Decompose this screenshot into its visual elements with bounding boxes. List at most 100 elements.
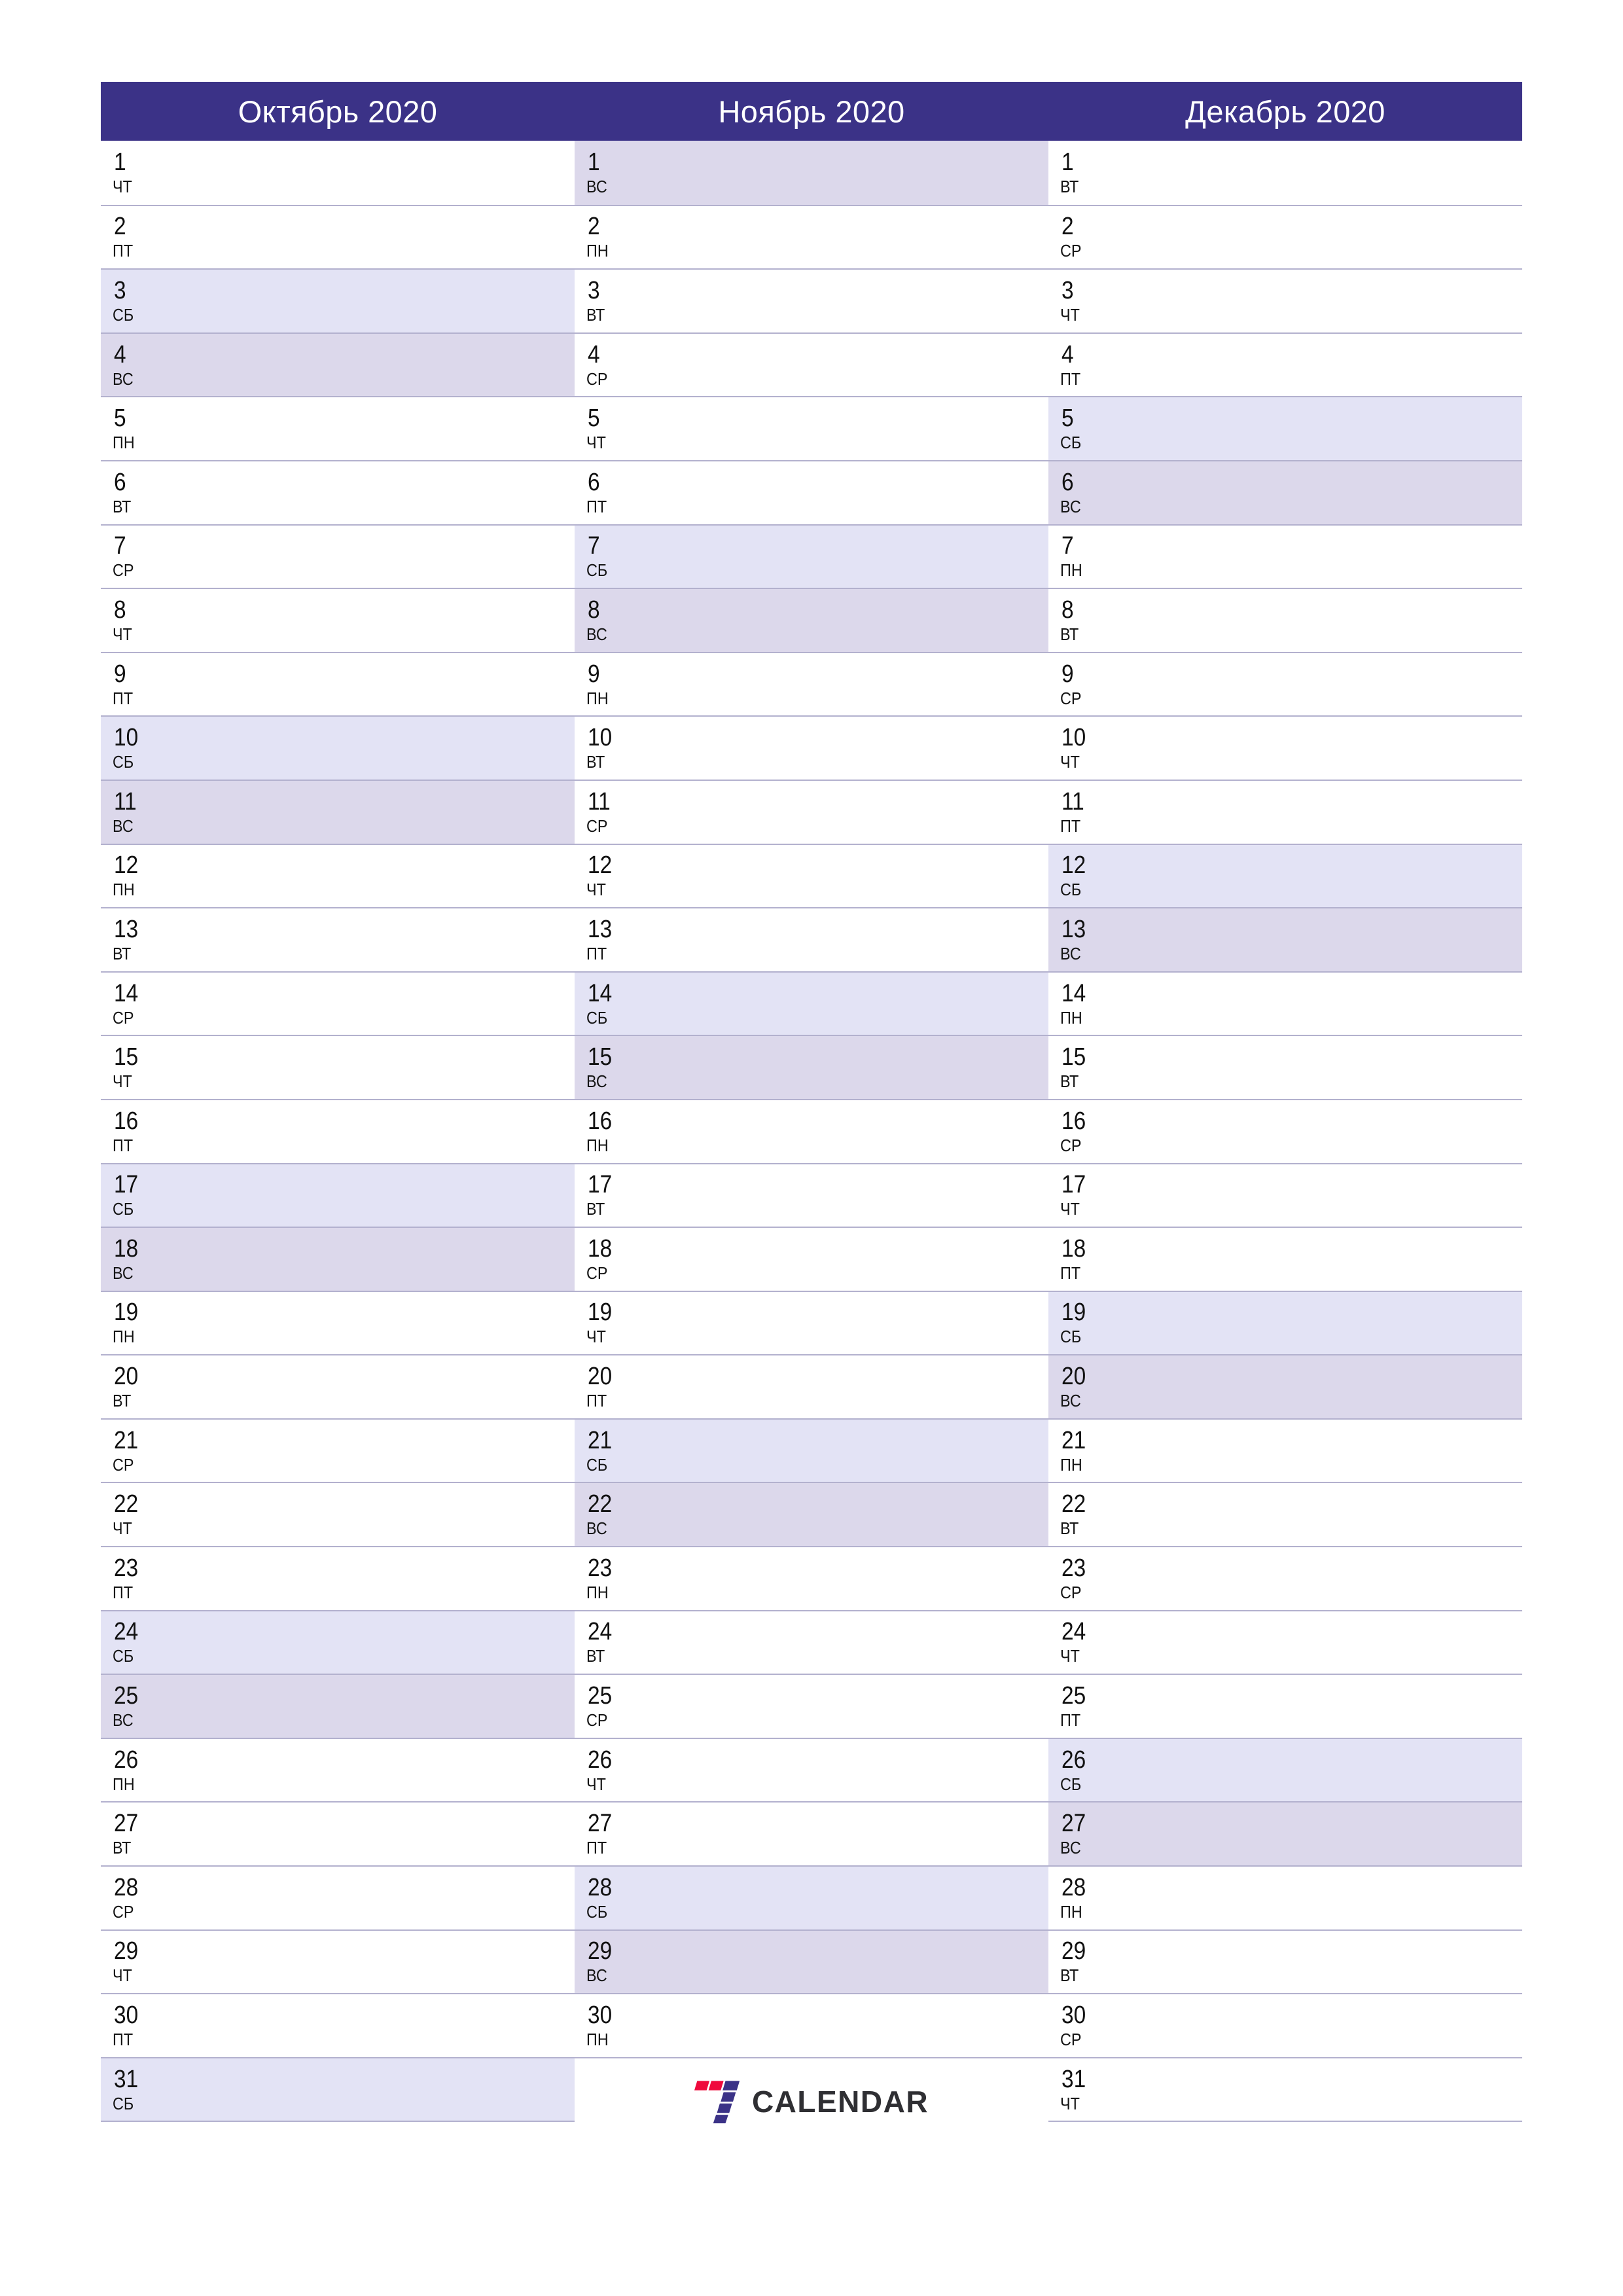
day-row[interactable]: 2 ПТ <box>101 204 575 269</box>
day-row[interactable]: 15 ВТ <box>1048 1035 1522 1099</box>
day-row[interactable]: 10 ВТ <box>575 715 1048 780</box>
day-row[interactable]: 18 ПТ <box>1048 1227 1522 1291</box>
day-row[interactable]: 12 ПН <box>101 843 575 908</box>
day-row[interactable]: 11 СР <box>575 779 1048 844</box>
day-row[interactable]: 20 ВТ <box>101 1354 575 1418</box>
day-weekday-abbr: ВС <box>113 816 134 836</box>
day-row[interactable]: 1 ВС <box>575 141 1048 205</box>
day-number: 29 <box>1061 1937 1086 1965</box>
day-number: 9 <box>1061 660 1074 688</box>
day-row[interactable]: 21 ПН <box>1048 1418 1522 1482</box>
day-row[interactable]: 19 ЧТ <box>575 1290 1048 1355</box>
day-row[interactable]: 15 ВС <box>575 1035 1048 1099</box>
day-row[interactable]: 28 ПН <box>1048 1865 1522 1929</box>
day-row[interactable]: 2 СР <box>1048 204 1522 269</box>
day-row[interactable]: 26 СБ <box>1048 1737 1522 1802</box>
day-row[interactable]: 23 ПТ <box>101 1546 575 1610</box>
day-row[interactable]: 5 ПН <box>101 396 575 460</box>
day-row[interactable]: 28 СБ <box>575 1865 1048 1929</box>
day-row[interactable]: 19 ПН <box>101 1290 575 1355</box>
day-row[interactable]: 7 СР <box>101 524 575 588</box>
day-row[interactable]: 31 СБ <box>101 2056 575 2121</box>
day-row[interactable]: 13 ВТ <box>101 907 575 971</box>
day-row[interactable]: 16 ПН <box>575 1098 1048 1163</box>
day-row[interactable]: 24 ЧТ <box>1048 1609 1522 1674</box>
day-row[interactable]: 12 СБ <box>1048 843 1522 908</box>
day-row[interactable]: 9 ПТ <box>101 651 575 716</box>
day-row[interactable]: 20 ВС <box>1048 1354 1522 1418</box>
day-row[interactable]: 4 ВС <box>101 332 575 397</box>
day-row[interactable]: 6 ВТ <box>101 459 575 524</box>
day-row[interactable]: 25 ВС <box>101 1674 575 1738</box>
day-row[interactable]: 16 ПТ <box>101 1098 575 1163</box>
day-row[interactable]: 11 ПТ <box>1048 779 1522 844</box>
day-row[interactable]: 3 ВТ <box>575 268 1048 332</box>
day-row[interactable]: 3 ЧТ <box>1048 268 1522 332</box>
day-number: 23 <box>114 1554 139 1582</box>
day-row[interactable]: 11 ВС <box>101 779 575 844</box>
day-row[interactable]: 9 ПН <box>575 651 1048 716</box>
day-number: 22 <box>114 1490 139 1518</box>
day-row[interactable]: 29 ВС <box>575 1929 1048 1994</box>
day-row[interactable]: 3 СБ <box>101 268 575 332</box>
day-row[interactable]: 8 ЧТ <box>101 588 575 652</box>
day-row[interactable]: 20 ПТ <box>575 1354 1048 1418</box>
day-row[interactable]: 29 ВТ <box>1048 1929 1522 1994</box>
day-row[interactable]: 4 ПТ <box>1048 332 1522 397</box>
day-row[interactable]: 5 ЧТ <box>575 396 1048 460</box>
day-row[interactable]: 8 ВС <box>575 588 1048 652</box>
day-row[interactable]: 25 СР <box>575 1674 1048 1738</box>
day-row[interactable]: 13 ВС <box>1048 907 1522 971</box>
day-row[interactable]: 30 ПТ <box>101 1993 575 2057</box>
day-row[interactable]: 29 ЧТ <box>101 1929 575 1994</box>
day-row[interactable]: 14 СР <box>101 971 575 1035</box>
day-row[interactable]: 6 ВС <box>1048 459 1522 524</box>
day-row[interactable]: 17 СБ <box>101 1162 575 1227</box>
day-row[interactable]: 17 ВТ <box>575 1162 1048 1227</box>
day-weekday-abbr: СБ <box>113 1199 134 1219</box>
day-row[interactable]: 24 СБ <box>101 1609 575 1674</box>
day-row[interactable]: 18 СР <box>575 1227 1048 1291</box>
day-row[interactable]: 13 ПТ <box>575 907 1048 971</box>
day-row[interactable]: 17 ЧТ <box>1048 1162 1522 1227</box>
day-row[interactable]: 7 ПН <box>1048 524 1522 588</box>
day-row[interactable]: 14 ПН <box>1048 971 1522 1035</box>
day-row[interactable]: 21 СБ <box>575 1418 1048 1482</box>
day-row[interactable]: 18 ВС <box>101 1227 575 1291</box>
day-row[interactable]: 8 ВТ <box>1048 588 1522 652</box>
day-row[interactable]: 1 ВТ <box>1048 141 1522 205</box>
day-row[interactable]: 2 ПН <box>575 204 1048 269</box>
day-row[interactable]: 5 СБ <box>1048 396 1522 460</box>
day-row[interactable]: 10 ЧТ <box>1048 715 1522 780</box>
day-row[interactable]: 26 ЧТ <box>575 1737 1048 1802</box>
day-row[interactable]: 23 СР <box>1048 1546 1522 1610</box>
day-row[interactable]: 12 ЧТ <box>575 843 1048 908</box>
day-number: 5 <box>588 404 600 433</box>
day-row[interactable]: 28 СР <box>101 1865 575 1929</box>
month-column: Ноябрь 2020 1 ВС 2 ПН 3 ВТ 4 СР 5 ЧТ 6 ПТ 7 СБ 8 ВС 9 ПН 10… <box>575 82 1048 2128</box>
day-row[interactable]: 23 ПН <box>575 1546 1048 1610</box>
day-row[interactable]: 6 ПТ <box>575 459 1048 524</box>
day-row[interactable]: 24 ВТ <box>575 1609 1048 1674</box>
day-row[interactable]: 27 ВС <box>1048 1801 1522 1866</box>
day-row[interactable]: 22 ВТ <box>1048 1482 1522 1547</box>
day-row[interactable]: 30 СР <box>1048 1993 1522 2057</box>
day-row[interactable]: 14 СБ <box>575 971 1048 1035</box>
day-row[interactable]: 25 ПТ <box>1048 1674 1522 1738</box>
day-row[interactable]: 22 ЧТ <box>101 1482 575 1547</box>
day-row[interactable]: 7 СБ <box>575 524 1048 588</box>
day-row[interactable]: 15 ЧТ <box>101 1035 575 1099</box>
day-row[interactable]: 21 СР <box>101 1418 575 1482</box>
day-row[interactable]: 10 СБ <box>101 715 575 780</box>
day-row[interactable]: 31 ЧТ <box>1048 2056 1522 2121</box>
day-row[interactable]: 9 СР <box>1048 651 1522 716</box>
day-row[interactable]: 16 СР <box>1048 1098 1522 1163</box>
day-row[interactable]: 27 ВТ <box>101 1801 575 1866</box>
day-row[interactable]: 4 СР <box>575 332 1048 397</box>
day-row[interactable]: 26 ПН <box>101 1737 575 1802</box>
day-row[interactable]: 30 ПН <box>575 1993 1048 2057</box>
day-row[interactable]: 27 ПТ <box>575 1801 1048 1866</box>
day-row[interactable]: 22 ВС <box>575 1482 1048 1547</box>
day-row[interactable]: 1 ЧТ <box>101 141 575 205</box>
day-row[interactable]: 19 СБ <box>1048 1290 1522 1355</box>
